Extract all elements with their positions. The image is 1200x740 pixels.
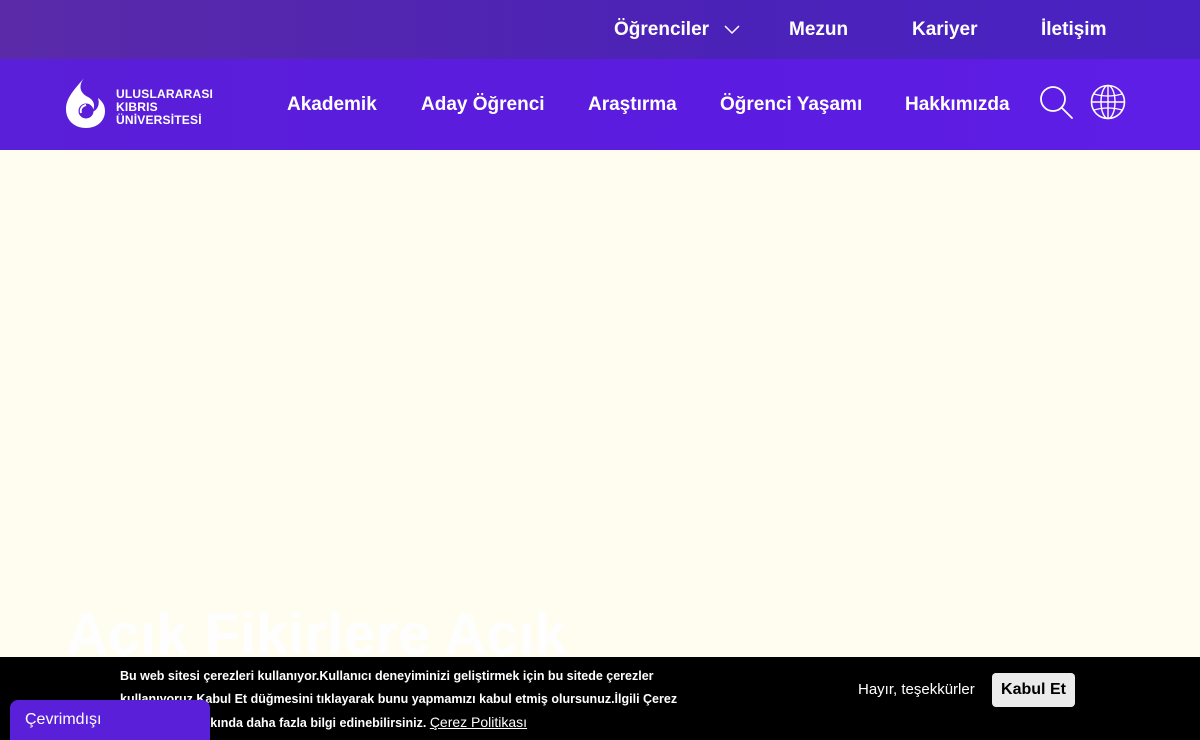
top-link-mezun[interactable]: Mezun [789,19,848,41]
offline-status-badge[interactable]: Çevrimdışı [10,700,210,740]
search-icon[interactable] [1038,84,1074,120]
nav-link-ogrenci-yasami[interactable]: Öğrenci Yaşamı [720,94,862,116]
university-logo[interactable]: ULUSLARARASI KIBRIS ÜNİVERSİTESİ [64,76,224,132]
hero-title: Açık Fikirlere Açık [66,602,567,657]
main-navigation: ULUSLARARASI KIBRIS ÜNİVERSİTESİ Akademi… [0,59,1200,150]
flame-logo-icon [66,78,105,128]
hero-banner: Açık Fikirlere Açık [0,150,1200,657]
top-link-kariyer[interactable]: Kariyer [912,19,978,41]
nav-link-hakkimizda[interactable]: Hakkımızda [905,94,1010,116]
top-utility-bar: Öğrenciler Mezun Kariyer İletişim [0,0,1200,59]
logo-wordmark: ULUSLARARASI KIBRIS ÜNİVERSİTESİ [116,88,213,127]
nav-link-akademik[interactable]: Akademik [287,94,377,116]
top-link-ogrenciler[interactable]: Öğrenciler [614,19,709,41]
globe-icon[interactable] [1089,83,1127,121]
logo-line-3: ÜNİVERSİTESİ [116,113,202,127]
top-link-iletisim[interactable]: İletişim [1041,19,1106,41]
nav-link-arastirma[interactable]: Araştırma [588,94,677,116]
chevron-down-icon[interactable] [724,22,740,36]
accept-cookies-button[interactable]: Kabul Et [992,673,1075,707]
decline-cookies-button[interactable]: Hayır, teşekkürler [858,681,975,699]
nav-link-aday-ogrenci[interactable]: Aday Öğrenci [421,94,545,116]
cookie-policy-link[interactable]: Çerez Politikası [430,714,527,730]
